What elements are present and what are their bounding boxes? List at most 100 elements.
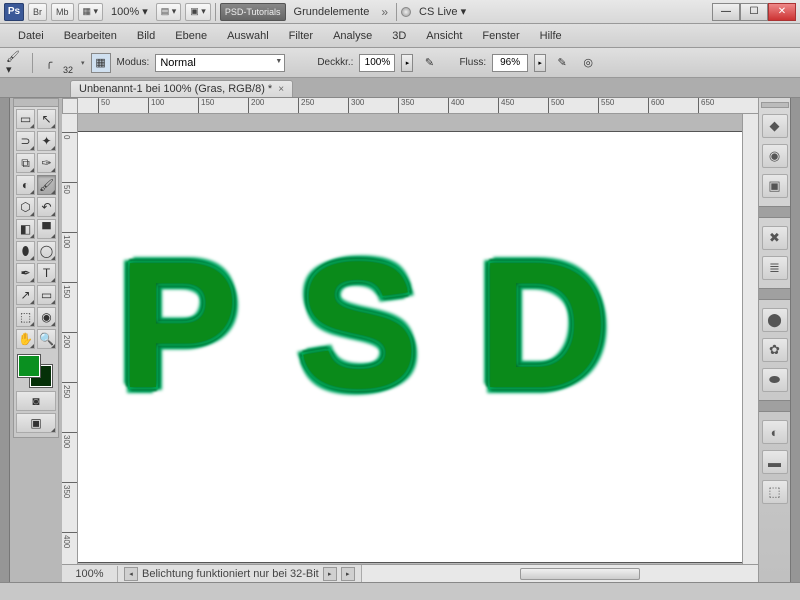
lasso-tool[interactable]: ⊃ [16, 131, 35, 151]
horizontal-scroll-thumb[interactable] [520, 568, 640, 580]
screen-mode-button[interactable]: ▣ ▾ [185, 3, 211, 21]
crop-tool[interactable]: ⧉ [16, 153, 35, 173]
color-swatches[interactable] [16, 353, 58, 387]
options-bar: 🖌 ▾ ╭ 32 ▾ ▦ Modus: Normal▼ Deckkr.: 100… [0, 48, 800, 78]
gradient-tool[interactable]: ▀ [37, 219, 56, 239]
horizontal-scrollbar[interactable] [361, 565, 758, 582]
document-tab-close-icon[interactable]: × [278, 84, 284, 95]
quick-mask-toggle[interactable]: ◙ [16, 391, 56, 411]
channels-panel-icon[interactable]: ▬ [762, 450, 788, 474]
menu-fenster[interactable]: Fenster [472, 26, 529, 46]
airbrush-icon[interactable]: ✎ [552, 53, 572, 73]
status-next-button[interactable]: ▸ [323, 567, 337, 581]
history-brush-tool[interactable]: ↶ [37, 197, 56, 217]
layers-panel-icon[interactable]: ◐ [762, 420, 788, 444]
menu-ansicht[interactable]: Ansicht [416, 26, 472, 46]
arrange-documents-button[interactable]: ▤ ▾ [156, 3, 182, 21]
opacity-field[interactable]: 100% [359, 54, 395, 72]
status-prev-button[interactable]: ◂ [124, 567, 138, 581]
tool-preset-picker[interactable]: 🖌 ▾ [6, 53, 26, 73]
clone-source-panel-icon[interactable]: ≣ [762, 256, 788, 280]
ruler-origin[interactable] [62, 98, 78, 114]
cs-live-button[interactable]: CS Live ▾ [415, 5, 470, 18]
flow-flyout-button[interactable]: ▸ [534, 54, 546, 72]
magic-wand-tool[interactable]: ✦ [37, 131, 56, 151]
toolbox-grip[interactable] [14, 99, 58, 107]
shape-tool[interactable]: ▭ [37, 285, 56, 305]
pen-tool[interactable]: ✒ [16, 263, 35, 283]
move-tool[interactable]: ▭ [16, 109, 35, 129]
blur-tool[interactable]: ⬮ [16, 241, 35, 261]
foreground-color-swatch[interactable] [18, 355, 40, 377]
workspace-other-button[interactable]: Grundelemente [290, 6, 374, 18]
menu-filter[interactable]: Filter [279, 26, 323, 46]
brush-tool[interactable]: 🖌 [37, 175, 56, 195]
clone-stamp-tool[interactable]: ⬡ [16, 197, 35, 217]
eyedropper-tool[interactable]: ✑ [37, 153, 56, 173]
document-status-bar: 100% ◂ Belichtung funktioniert nur bei 3… [62, 564, 758, 582]
brush-preview-icon[interactable]: ╭ [39, 53, 59, 73]
menu-hilfe[interactable]: Hilfe [530, 26, 572, 46]
flow-field[interactable]: 96% [492, 54, 528, 72]
workspace-active-button[interactable]: PSD-Tutorials [220, 3, 286, 21]
canvas-text-psd: PSD [118, 222, 668, 429]
masks-panel-icon[interactable]: ✿ [762, 338, 788, 362]
zoom-tool[interactable]: 🔍 [37, 329, 56, 349]
view-extras-button[interactable]: ▦ ▾ [78, 3, 104, 21]
menu-bearbeiten[interactable]: Bearbeiten [54, 26, 127, 46]
color-panel-icon[interactable]: ◆ [762, 114, 788, 138]
menu-datei[interactable]: Datei [8, 26, 54, 46]
window-minimize-button[interactable]: — [712, 3, 740, 21]
horizontal-ruler[interactable]: 50 100 150 200 250 300 350 400 450 500 5… [78, 98, 758, 114]
paragraph-panel-icon[interactable]: ⬬ [762, 368, 788, 392]
styles-panel-icon[interactable]: ▣ [762, 174, 788, 198]
mode-label: Modus: [117, 57, 150, 68]
marquee-tool[interactable]: ↖ [37, 109, 56, 129]
dodge-tool[interactable]: ◯ [37, 241, 56, 261]
status-message: Belichtung funktioniert nur bei 32-Bit [142, 568, 319, 580]
brush-panel-toggle[interactable]: ▦ [91, 53, 111, 73]
bridge-button[interactable]: Br [28, 3, 47, 21]
menu-bild[interactable]: Bild [127, 26, 165, 46]
opacity-flyout-button[interactable]: ▸ [401, 54, 413, 72]
spot-healing-tool[interactable]: ◐ [16, 175, 35, 195]
cs-live-icon [401, 7, 411, 17]
blend-mode-dropdown[interactable]: Normal▼ [155, 54, 285, 72]
brush-panel-icon[interactable]: ✖ [762, 226, 788, 250]
window-close-button[interactable]: ✕ [768, 3, 796, 21]
brush-size-label: 32 [63, 65, 73, 75]
path-selection-tool[interactable]: ↗ [16, 285, 35, 305]
minibridge-button[interactable]: Mb [51, 3, 74, 21]
tablet-pressure-icon[interactable]: ◎ [578, 53, 598, 73]
zoom-level-dropdown[interactable]: 100% ▾ [107, 5, 152, 18]
menu-auswahl[interactable]: Auswahl [217, 26, 279, 46]
right-dock-edge [790, 98, 800, 582]
workspace-more-chevron[interactable]: » [377, 5, 392, 19]
screen-mode-toggle[interactable]: ▣ [16, 413, 56, 433]
canvas[interactable]: PSD [78, 132, 742, 562]
menu-3d[interactable]: 3D [382, 26, 416, 46]
panel-strip-grip[interactable] [761, 102, 789, 108]
adjustments-panel-icon[interactable]: ⬤ [762, 308, 788, 332]
menu-ebene[interactable]: Ebene [165, 26, 217, 46]
3d-camera-tool[interactable]: ◉ [37, 307, 56, 327]
menu-analyse[interactable]: Analyse [323, 26, 382, 46]
vertical-scrollbar[interactable] [742, 114, 758, 564]
eraser-tool[interactable]: ◧ [16, 219, 35, 239]
document-tab[interactable]: Unbenannt-1 bei 100% (Gras, RGB/8) * × [70, 80, 293, 97]
swatches-panel-icon[interactable]: ◉ [762, 144, 788, 168]
canvas-viewport[interactable]: PSD [78, 114, 742, 564]
opacity-pressure-icon[interactable]: ✎ [419, 53, 439, 73]
window-maximize-button[interactable]: ☐ [740, 3, 768, 21]
right-panel-dock: ◆ ◉ ▣ ✖ ≣ ⬤ ✿ ⬬ ◐ ▬ ⬚ [758, 98, 790, 582]
vertical-ruler[interactable]: 0 50 100 150 200 250 300 350 400 [62, 114, 78, 564]
toolbox: ▭ ↖ ⊃ ✦ ⧉ ✑ ◐ 🖌 ⬡ ↶ ◧ ▀ ⬮ ◯ ✒ T [13, 98, 59, 438]
type-tool[interactable]: T [37, 263, 56, 283]
zoom-percent-field[interactable]: 100% [62, 566, 118, 582]
status-menu-button[interactable]: ▸ [341, 567, 355, 581]
title-bar: Ps Br Mb ▦ ▾ 100% ▾ ▤ ▾ ▣ ▾ PSD-Tutorial… [0, 0, 800, 24]
3d-tool[interactable]: ⬚ [16, 307, 35, 327]
hand-tool[interactable]: ✋ [16, 329, 35, 349]
paths-panel-icon[interactable]: ⬚ [762, 480, 788, 504]
flow-label: Fluss: [459, 57, 486, 68]
